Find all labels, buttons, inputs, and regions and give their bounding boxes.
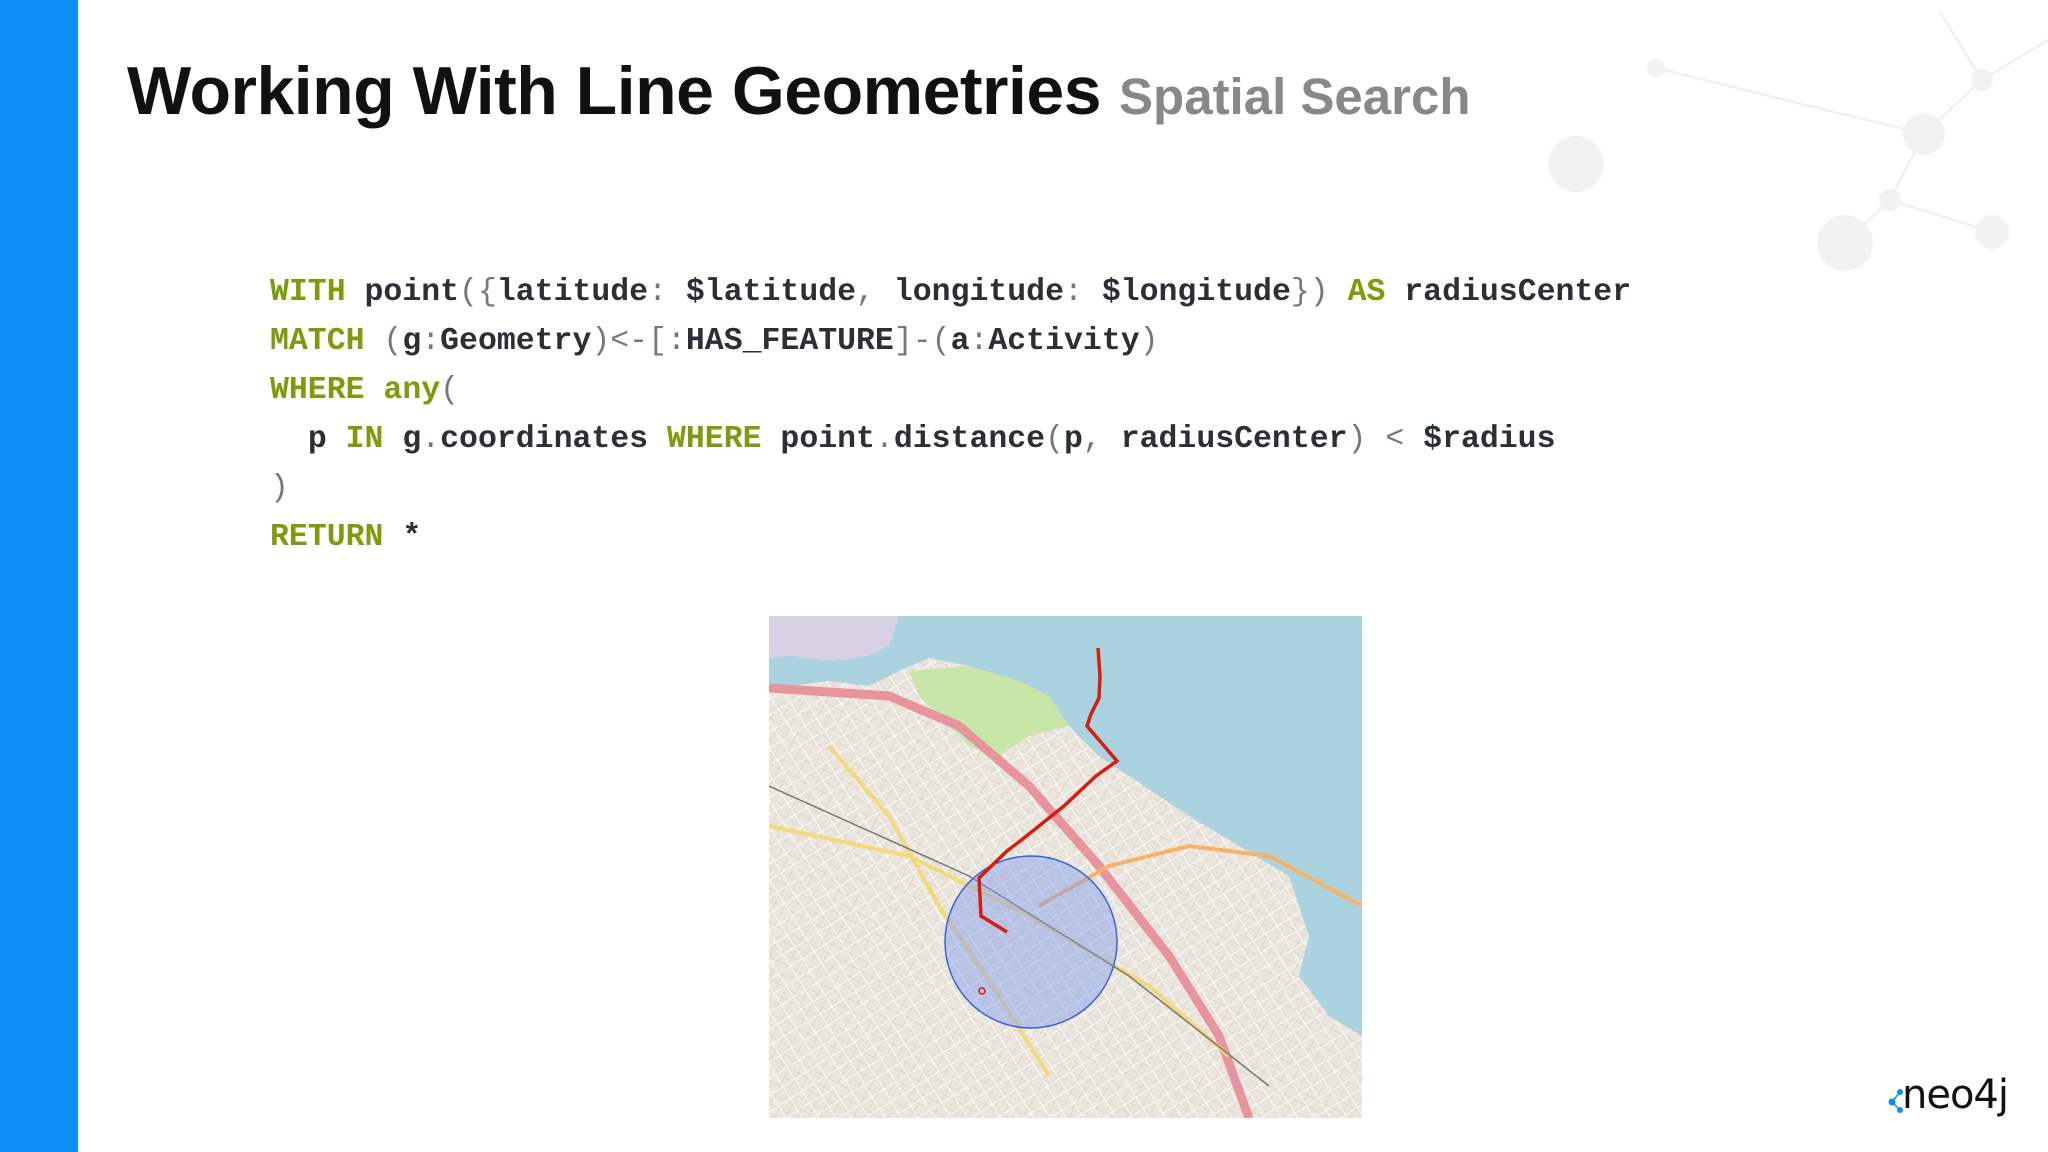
slide: Working With Line Geometries Spatial Sear… [0, 0, 2048, 1152]
code-line-5: ) [270, 471, 289, 506]
map-image [769, 616, 1362, 1118]
title-row: Working With Line Geometries Spatial Sear… [127, 52, 1471, 130]
code-line-4: p IN g.coordinates WHERE point.distance(… [307, 422, 1556, 457]
background-network-graphic [1548, 11, 2048, 271]
code-line-1: WITH point({latitude: $latitude, longitu… [270, 275, 1632, 310]
neo4j-logo: neo4j [1888, 1072, 2018, 1124]
map-illustration [769, 616, 1362, 1118]
slide-subtitle: Spatial Search [1119, 68, 1471, 125]
code-line-6: RETURN * [270, 520, 422, 555]
search-radius-circle [944, 855, 1118, 1029]
code-line-2: MATCH (g:Geometry)<-[:HAS_FEATURE]-(a:Ac… [270, 324, 1159, 359]
cypher-code-block: WITH point({latitude: $latitude, longitu… [270, 268, 1631, 562]
neo4j-logo-text: neo4j [1902, 1072, 2009, 1118]
slide-title: Working With Line Geometries [127, 53, 1102, 129]
left-accent-bar [0, 0, 78, 1152]
code-line-3: WHERE any( [270, 373, 460, 408]
